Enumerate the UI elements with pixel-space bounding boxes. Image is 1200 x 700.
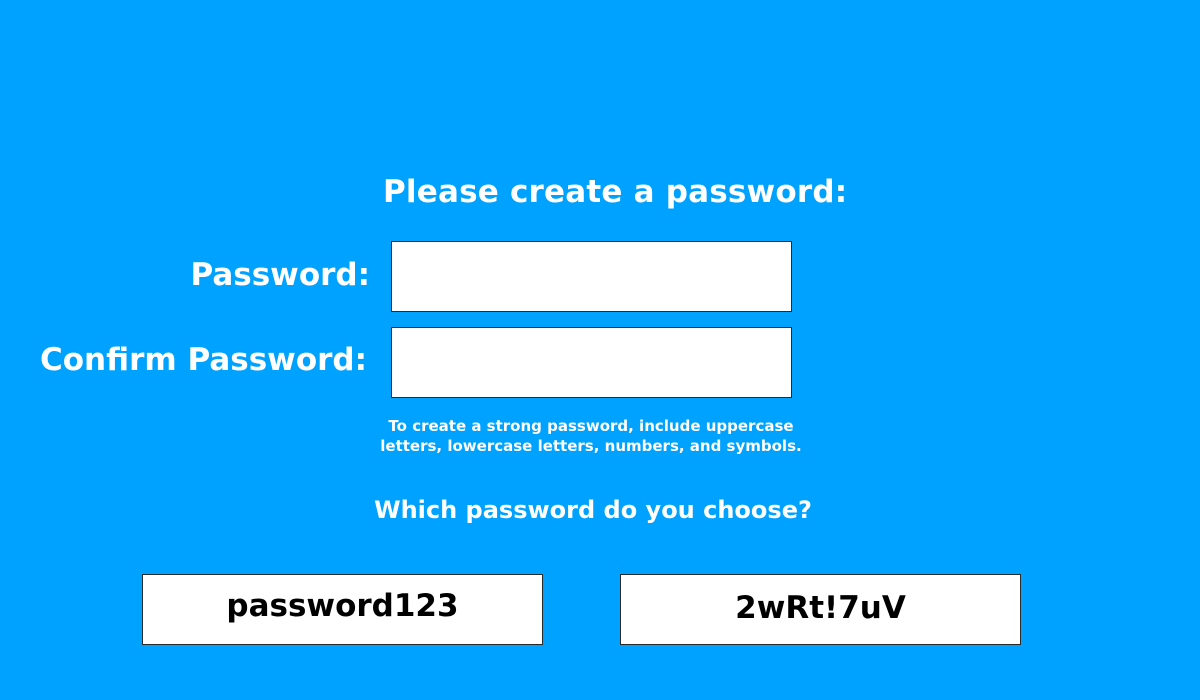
confirm-password-label: Confirm Password:	[40, 342, 367, 378]
password-strength-hint: To create a strong password, include upp…	[380, 417, 802, 455]
choice-question: Which password do you choose?	[374, 496, 812, 524]
weak-password-option-button[interactable]: password123	[142, 574, 543, 645]
password-label: Password:	[190, 257, 370, 293]
password-input[interactable]	[391, 241, 792, 312]
strong-password-option-button[interactable]: 2wRt!7uV	[620, 574, 1021, 645]
confirm-password-input[interactable]	[391, 327, 792, 398]
page-title: Please create a password:	[383, 174, 848, 210]
